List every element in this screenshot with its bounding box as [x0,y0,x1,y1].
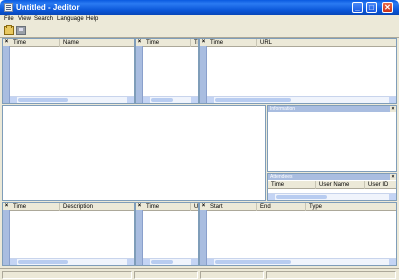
column-description[interactable]: Description [60,203,134,211]
horizontal-scrollbar[interactable] [207,96,396,103]
schedule-pane: × Start End Type [199,202,397,266]
menu-help[interactable]: Help [86,15,98,24]
horizontal-scrollbar[interactable] [143,96,198,103]
attendees-close-icon[interactable]: × [390,174,396,180]
column-time[interactable]: Time [143,39,191,47]
menu-search[interactable]: Search [34,15,53,24]
editor-area[interactable] [2,105,266,201]
column-header: Time URL [207,39,396,47]
column-user-name[interactable]: User Name [316,181,365,189]
toolbar [0,24,399,38]
pane-close-icon[interactable]: × [136,39,143,46]
attendees-title-bar: Attendees × [268,174,396,180]
user-pane: × Time U [135,202,199,266]
column-header: Start End Type [207,203,396,211]
save-icon[interactable] [16,26,26,35]
status-segment [200,271,264,279]
column-time[interactable]: Time [268,181,316,189]
column-header: Time User Name User ID [268,181,396,189]
horizontal-scrollbar[interactable] [10,96,134,103]
column-type[interactable]: Type [306,203,396,211]
menu-language[interactable]: Language [57,15,84,24]
url-pane: × Time URL [199,38,397,104]
status-segment [266,271,396,279]
column-time[interactable]: Time [143,203,191,211]
column-header: Time Tr [143,39,198,47]
menu-file[interactable]: File [4,15,14,24]
menu-view[interactable]: View [18,15,31,24]
pane-sidebar: × [136,203,143,265]
pane-close-icon[interactable]: × [200,39,207,46]
open-icon[interactable] [4,25,14,35]
column-end[interactable]: End [257,203,306,211]
column-header: Time Name [10,39,134,47]
pane-close-icon[interactable]: × [136,203,143,210]
information-title: Information [270,106,296,112]
column-url[interactable]: URL [257,39,396,47]
close-button[interactable]: ✕ [382,2,393,13]
app-icon [4,3,13,12]
attendees-pane: Attendees × Time User Name User ID [267,173,397,201]
column-name[interactable]: Name [60,39,134,47]
column-time[interactable]: Time [10,39,60,47]
horizontal-scrollbar[interactable] [207,258,396,265]
column-header: Time Description [10,203,134,211]
information-title-bar: Information × [268,106,396,112]
horizontal-scrollbar[interactable] [10,258,134,265]
status-segment [2,271,132,279]
pane-sidebar: × [200,39,207,103]
horizontal-scrollbar[interactable] [143,258,198,265]
transfer-pane: × Time Tr [135,38,199,104]
pane-sidebar: × [3,203,10,265]
window-title: Untitled - Jeditor [16,3,80,12]
menu-bar: File View Search Language Help [0,15,399,24]
pane-close-icon[interactable]: × [3,39,10,46]
minimize-button[interactable]: _ [352,2,363,13]
column-user-id[interactable]: User ID [365,181,396,189]
column-header: Time U [143,203,198,211]
column-tr[interactable]: Tr [191,39,198,47]
description-pane: × Time Description [2,202,135,266]
maximize-button[interactable]: □ [366,2,377,13]
information-pane: Information × [267,105,397,172]
status-bar [0,268,399,280]
column-time[interactable]: Time [10,203,60,211]
horizontal-scrollbar[interactable] [268,193,396,200]
pane-close-icon[interactable]: × [3,203,10,210]
pane-sidebar: × [200,203,207,265]
status-segment [134,271,198,279]
pane-sidebar: × [136,39,143,103]
events-pane: × Time Name [2,38,135,104]
pane-close-icon[interactable]: × [200,203,207,210]
attendees-title: Attendees [270,174,293,180]
column-time[interactable]: Time [207,39,257,47]
pane-sidebar: × [3,39,10,103]
column-u[interactable]: U [191,203,198,211]
column-start[interactable]: Start [207,203,257,211]
information-close-icon[interactable]: × [390,106,396,112]
